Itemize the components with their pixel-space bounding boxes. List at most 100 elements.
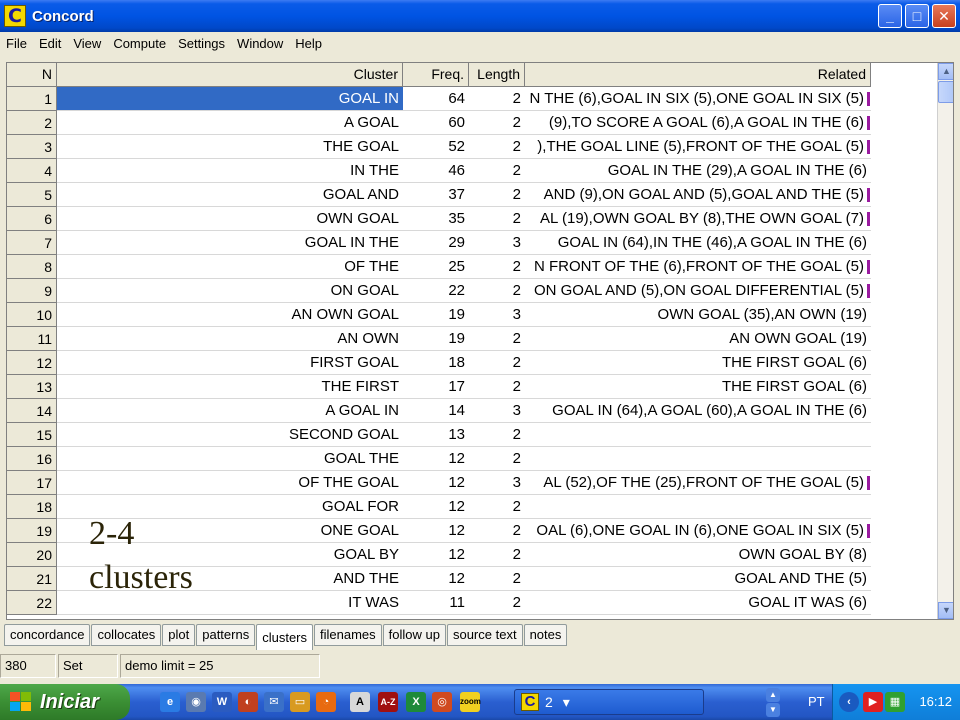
- language-indicator[interactable]: PT: [808, 684, 825, 720]
- cell-related[interactable]: OAL (6),ONE GOAL IN (6),ONE GOAL IN SIX …: [525, 519, 871, 543]
- cell-related[interactable]: [525, 423, 871, 447]
- cell-length[interactable]: 2: [469, 423, 525, 447]
- start-button[interactable]: Iniciar: [0, 684, 130, 720]
- column-header-freq[interactable]: Freq.: [403, 63, 469, 87]
- cell-n[interactable]: 22: [7, 591, 57, 615]
- tab-concordance[interactable]: concordance: [4, 624, 91, 646]
- excel-icon[interactable]: X: [406, 692, 426, 712]
- cell-length[interactable]: 2: [469, 375, 525, 399]
- table-row[interactable]: 7 GOAL IN THE 29 3 GOAL IN (64),IN THE (46),…: [7, 231, 937, 255]
- cell-cluster[interactable]: FIRST GOAL: [57, 351, 403, 375]
- cell-n[interactable]: 13: [7, 375, 57, 399]
- cell-cluster[interactable]: THE GOAL: [57, 135, 403, 159]
- cell-freq[interactable]: 35: [403, 207, 469, 231]
- table-row[interactable]: 12 FIRST GOAL 18 2 THE FIRST GOAL (6): [7, 351, 937, 375]
- table-row[interactable]: 14 A GOAL IN 14 3 GOAL IN (64),A GOAL (60),A…: [7, 399, 937, 423]
- table-row[interactable]: 16 GOAL THE 12 2: [7, 447, 937, 471]
- cell-length[interactable]: 2: [469, 591, 525, 615]
- cell-related[interactable]: N FRONT OF THE (6),FRONT OF THE GOAL (5): [525, 255, 871, 279]
- table-row[interactable]: 3 THE GOAL 52 2),THE GOAL LINE (5),FRONT OF…: [7, 135, 937, 159]
- cell-freq[interactable]: 12: [403, 543, 469, 567]
- cell-cluster[interactable]: OF THE: [57, 255, 403, 279]
- cell-cluster[interactable]: A GOAL IN: [57, 399, 403, 423]
- cell-freq[interactable]: 64: [403, 87, 469, 111]
- column-header-cluster[interactable]: Cluster: [57, 63, 403, 87]
- cell-n[interactable]: 7: [7, 231, 57, 255]
- cell-related[interactable]: GOAL IN (64),IN THE (46),A GOAL IN THE (…: [525, 231, 871, 255]
- cell-length[interactable]: 3: [469, 471, 525, 495]
- cell-n[interactable]: 3: [7, 135, 57, 159]
- cell-n[interactable]: 12: [7, 351, 57, 375]
- menu-file[interactable]: File: [0, 36, 33, 51]
- table-row[interactable]: 6 OWN GOAL 35 2 AL (19),OWN GOAL BY (8),THE …: [7, 207, 937, 231]
- scroll-thumb[interactable]: [938, 81, 953, 103]
- cell-n[interactable]: 8: [7, 255, 57, 279]
- cell-length[interactable]: 2: [469, 519, 525, 543]
- cell-cluster[interactable]: THE FIRST: [57, 375, 403, 399]
- cell-length[interactable]: 3: [469, 399, 525, 423]
- firefox-icon[interactable]: ◔: [316, 692, 336, 712]
- cell-n[interactable]: 5: [7, 183, 57, 207]
- cell-related[interactable]: AL (19),OWN GOAL BY (8),THE OWN GOAL (7): [525, 207, 871, 231]
- tab-filenames[interactable]: filenames: [314, 624, 382, 646]
- explorer-icon[interactable]: ◉: [186, 692, 206, 712]
- cell-length[interactable]: 2: [469, 327, 525, 351]
- cell-freq[interactable]: 52: [403, 135, 469, 159]
- taskbar-concord-group[interactable]: C 2 ▾: [514, 689, 704, 715]
- cell-n[interactable]: 21: [7, 567, 57, 591]
- cell-freq[interactable]: 12: [403, 447, 469, 471]
- cell-length[interactable]: 2: [469, 159, 525, 183]
- cell-cluster[interactable]: IN THE: [57, 159, 403, 183]
- minimize-button[interactable]: _: [878, 4, 902, 28]
- table-row[interactable]: 5 GOAL AND 37 2 AND (9),ON GOAL AND (5),GOAL…: [7, 183, 937, 207]
- cell-related[interactable]: AND (9),ON GOAL AND (5),GOAL AND THE (5): [525, 183, 871, 207]
- menu-help[interactable]: Help: [289, 36, 328, 51]
- cell-freq[interactable]: 19: [403, 303, 469, 327]
- cell-related[interactable]: GOAL IN (64),A GOAL (60),A GOAL IN THE (…: [525, 399, 871, 423]
- cell-cluster[interactable]: AN OWN GOAL: [57, 303, 403, 327]
- tab-patterns[interactable]: patterns: [196, 624, 256, 646]
- cell-related[interactable]: ON GOAL AND (5),ON GOAL DIFFERENTIAL (5): [525, 279, 871, 303]
- cell-related[interactable]: OWN GOAL (35),AN OWN (19): [525, 303, 871, 327]
- cell-length[interactable]: 2: [469, 543, 525, 567]
- cell-freq[interactable]: 11: [403, 591, 469, 615]
- menu-view[interactable]: View: [67, 36, 107, 51]
- cell-cluster[interactable]: OF THE GOAL: [57, 471, 403, 495]
- cell-freq[interactable]: 12: [403, 519, 469, 543]
- table-row[interactable]: 19 ONE GOAL 12 2 OAL (6),ONE GOAL IN (6),ONE…: [7, 519, 937, 543]
- cell-length[interactable]: 3: [469, 231, 525, 255]
- scroll-up-button[interactable]: ▲: [938, 63, 953, 80]
- cell-n[interactable]: 15: [7, 423, 57, 447]
- cell-n[interactable]: 11: [7, 327, 57, 351]
- cell-n[interactable]: 18: [7, 495, 57, 519]
- cell-cluster[interactable]: GOAL IN THE: [57, 231, 403, 255]
- cell-length[interactable]: 2: [469, 183, 525, 207]
- tab-follow-up[interactable]: follow up: [382, 624, 446, 646]
- cell-cluster[interactable]: A GOAL: [57, 111, 403, 135]
- column-header-length[interactable]: Length: [469, 63, 525, 87]
- cell-n[interactable]: 9: [7, 279, 57, 303]
- cell-length[interactable]: 2: [469, 111, 525, 135]
- cell-freq[interactable]: 19: [403, 327, 469, 351]
- cell-freq[interactable]: 12: [403, 471, 469, 495]
- cell-related[interactable]: GOAL IT WAS (6): [525, 591, 871, 615]
- menu-settings[interactable]: Settings: [172, 36, 231, 51]
- cell-cluster[interactable]: AN OWN: [57, 327, 403, 351]
- cell-related[interactable]: [525, 447, 871, 471]
- word-icon[interactable]: W: [212, 692, 232, 712]
- cell-freq[interactable]: 18: [403, 351, 469, 375]
- cell-cluster[interactable]: ON GOAL: [57, 279, 403, 303]
- cell-length[interactable]: 2: [469, 351, 525, 375]
- cell-n[interactable]: 14: [7, 399, 57, 423]
- cell-cluster[interactable]: SECOND GOAL: [57, 423, 403, 447]
- table-row[interactable]: 9 ON GOAL 22 2 ON GOAL AND (5),ON GOAL DIFFE…: [7, 279, 937, 303]
- table-row[interactable]: 10 AN OWN GOAL 19 3 OWN GOAL (35),AN OWN (19…: [7, 303, 937, 327]
- font-icon[interactable]: A: [350, 692, 370, 712]
- cell-related[interactable]: OWN GOAL BY (8): [525, 543, 871, 567]
- cell-length[interactable]: 2: [469, 447, 525, 471]
- table-row[interactable]: 17 OF THE GOAL 12 3 AL (52),OF THE (25),FRON…: [7, 471, 937, 495]
- cell-n[interactable]: 1: [7, 87, 57, 111]
- cell-n[interactable]: 17: [7, 471, 57, 495]
- tray-expand-icon[interactable]: ‹: [839, 692, 859, 712]
- table-row[interactable]: 1 GOAL IN 64 2 N THE (6),GOAL IN SIX (5),ONE…: [7, 87, 937, 111]
